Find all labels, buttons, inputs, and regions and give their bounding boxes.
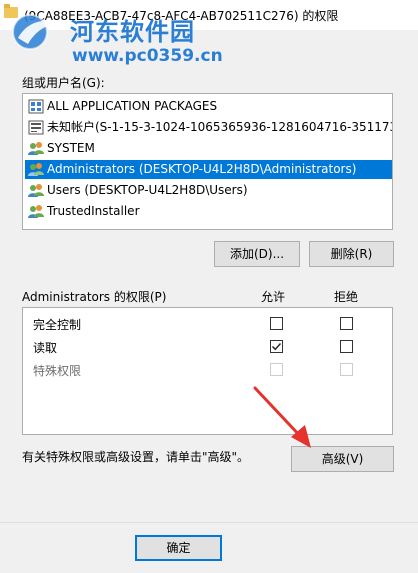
list-item-label: Administrators (DESKTOP-U4L2H8D\Administ…	[47, 162, 357, 176]
list-item-trustedinstaller[interactable]: TrustedInstaller	[25, 202, 392, 221]
permission-read: 读取	[33, 341, 58, 355]
deny-column-header: 拒绝	[334, 290, 359, 304]
add-button[interactable]: 添加(D)...	[214, 241, 300, 267]
advanced-note: 有关特殊权限或高级设置，请单击"高级"。	[22, 450, 250, 464]
watermark-logo-icon	[12, 14, 58, 50]
users-icon	[28, 163, 44, 176]
unknown-account-icon	[28, 120, 44, 135]
list-item-all-app-packages[interactable]: ALL APPLICATION PACKAGES	[25, 97, 392, 116]
permission-special: 特殊权限	[33, 364, 82, 378]
watermark: 河东软件园 www.pc0359.cn	[8, 10, 223, 70]
users-icon	[28, 142, 44, 155]
user-list[interactable]: ALL APPLICATION PACKAGES 未知帐户(S-1-15-3-1…	[22, 93, 393, 230]
users-icon	[28, 184, 44, 197]
advanced-button[interactable]: 高级(V)	[291, 446, 394, 472]
list-item-label: Users (DESKTOP-U4L2H8D\Users)	[47, 183, 248, 197]
watermark-name: 河东软件园	[70, 17, 195, 46]
separator	[0, 522, 418, 523]
list-item-label: TrustedInstaller	[47, 204, 140, 218]
checkmark-icon	[272, 343, 282, 351]
deny-full-control-checkbox[interactable]	[340, 317, 353, 330]
allow-read-checkbox[interactable]	[270, 340, 283, 353]
list-item-system[interactable]: SYSTEM	[25, 139, 392, 158]
watermark-url: www.pc0359.cn	[72, 46, 223, 66]
app-packages-icon	[28, 99, 44, 114]
list-item-unknown-account[interactable]: 未知帐户(S-1-15-3-1024-1065365936-1281604716…	[25, 118, 392, 137]
remove-button[interactable]: 删除(R)	[309, 241, 394, 267]
permissions-list: 完全控制 读取 特殊权限	[22, 307, 393, 435]
ok-button[interactable]: 确定	[135, 535, 222, 561]
deny-read-checkbox[interactable]	[340, 340, 353, 353]
permissions-label: Administrators 的权限(P)	[22, 290, 167, 304]
allow-full-control-checkbox[interactable]	[270, 317, 283, 330]
list-item-administrators[interactable]: Administrators (DESKTOP-U4L2H8D\Administ…	[25, 160, 392, 179]
allow-special-checkbox	[270, 363, 283, 376]
list-item-users[interactable]: Users (DESKTOP-U4L2H8D\Users)	[25, 181, 392, 200]
users-icon	[28, 205, 44, 218]
list-item-label: 未知帐户(S-1-15-3-1024-1065365936-1281604716…	[47, 120, 392, 134]
list-item-label: ALL APPLICATION PACKAGES	[47, 99, 218, 113]
deny-special-checkbox	[340, 363, 353, 376]
list-item-label: SYSTEM	[47, 141, 95, 155]
allow-column-header: 允许	[261, 290, 286, 304]
permission-full-control: 完全控制	[33, 318, 82, 332]
group-list-label: 组或用户名(G):	[22, 76, 105, 90]
